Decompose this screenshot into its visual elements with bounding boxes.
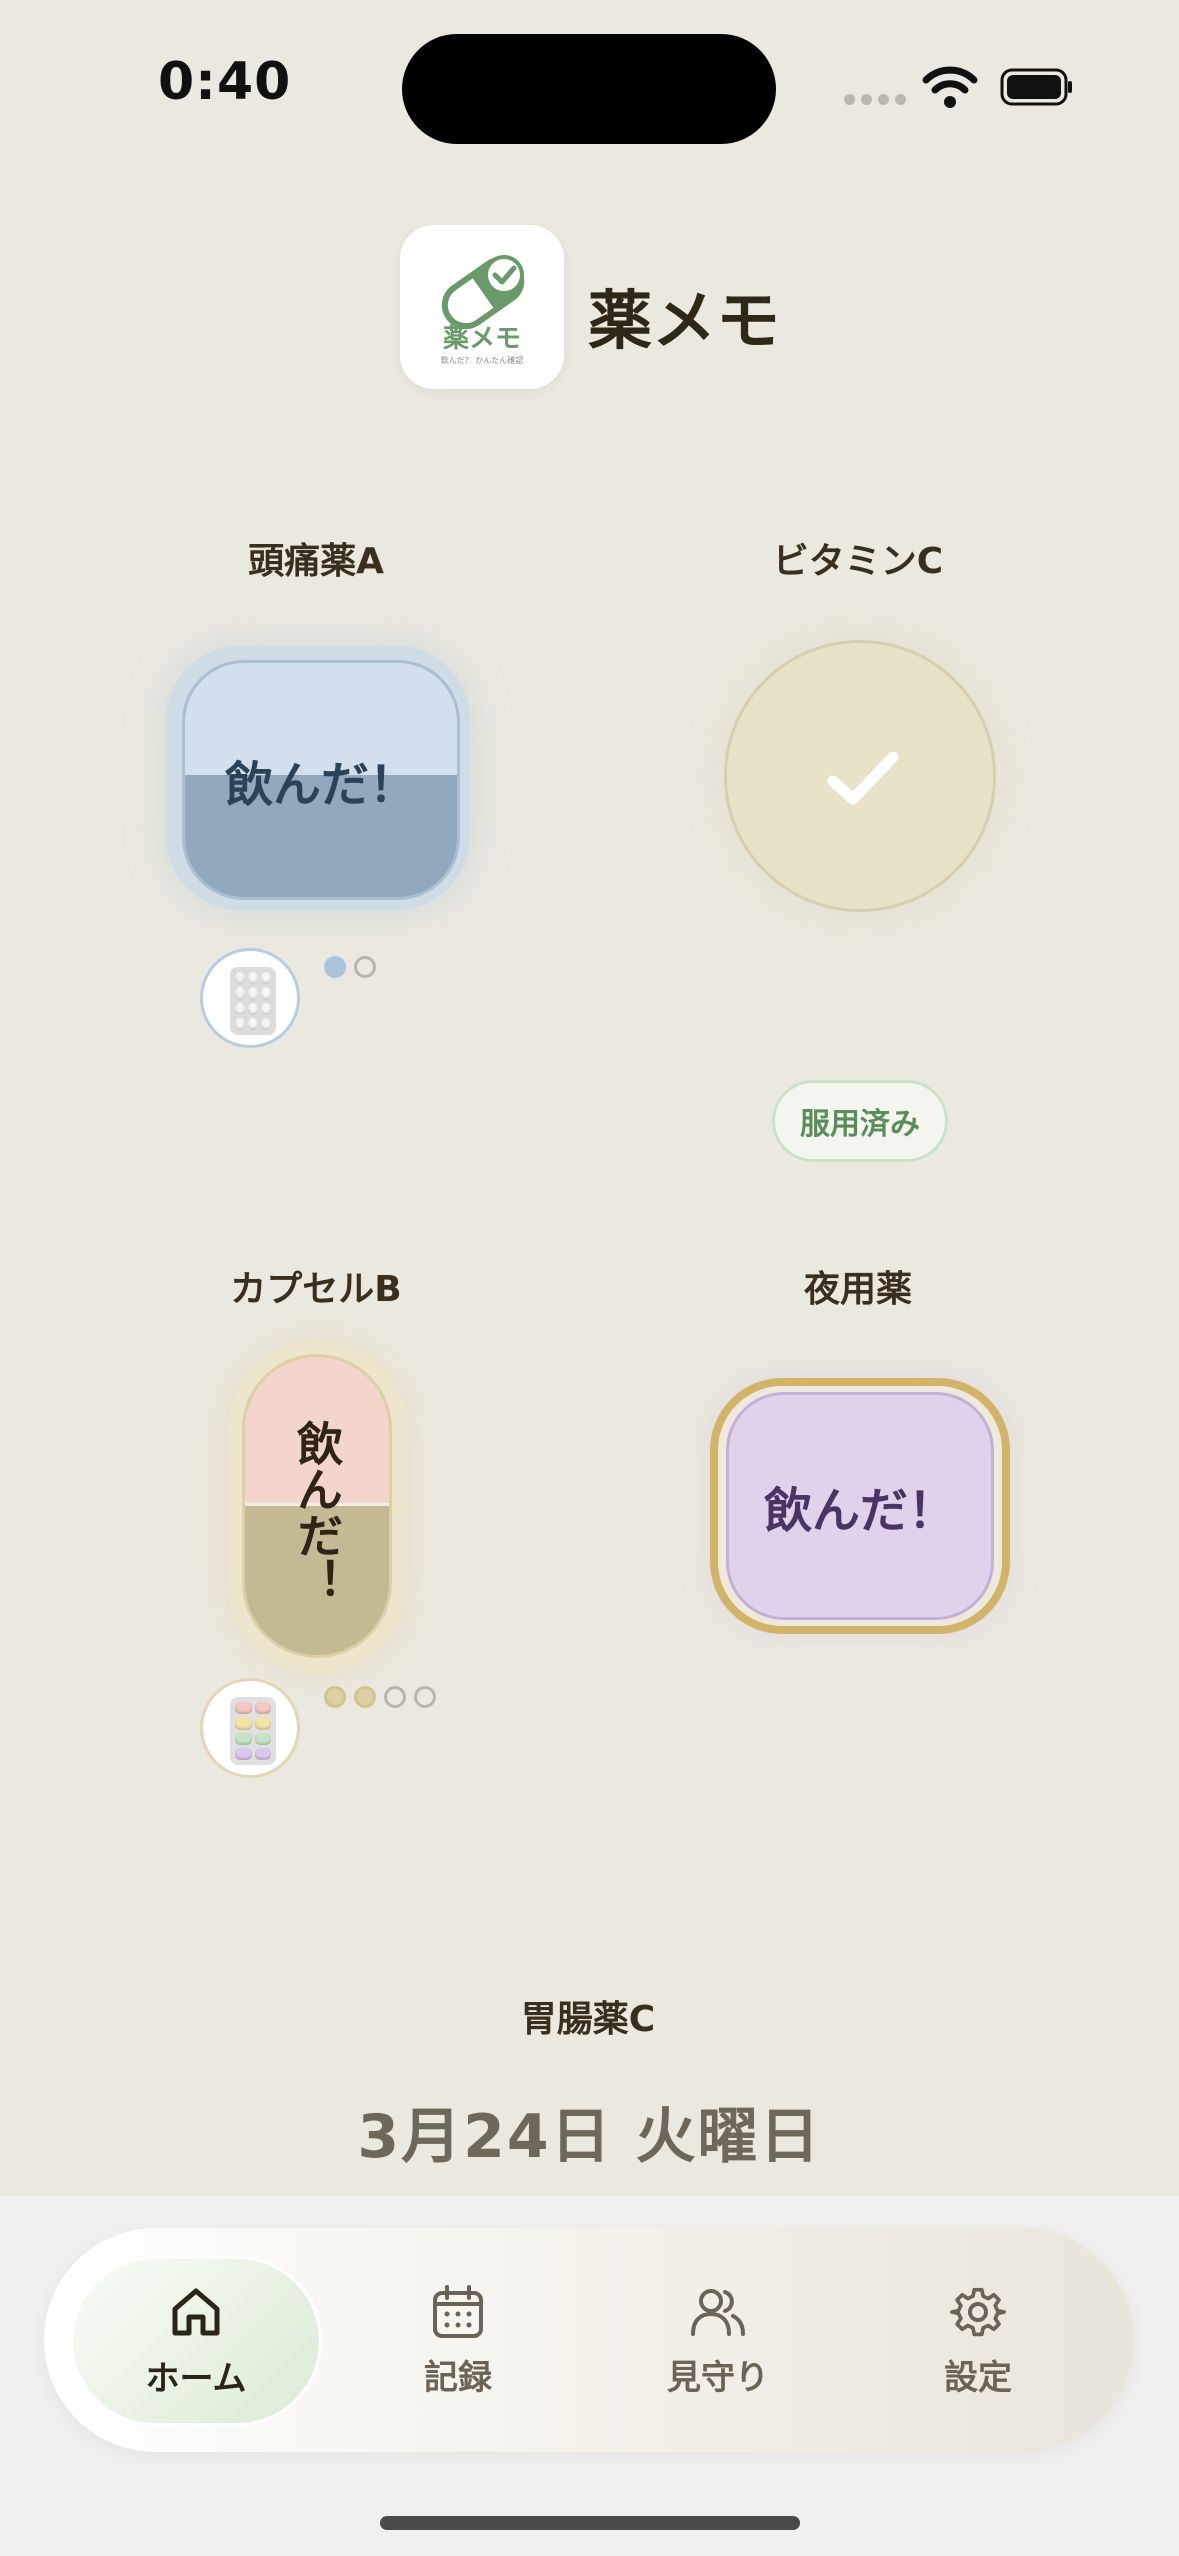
med-name: 夜用薬 [803,1269,912,1310]
tab-home[interactable]: ホーム [70,2256,322,2426]
dose-dot-empty [354,956,376,978]
take-button-label: 飲んだ！ [290,1420,344,1604]
tab-label: ホーム [145,2358,247,2399]
checkmark-icon [827,751,899,805]
dose-dot-taken [324,956,346,978]
med-name: 頭痛薬A [248,541,384,582]
med-name: ビタミンC [772,541,944,582]
take-medicine-button[interactable]: 飲んだ！ [182,660,460,900]
taken-medicine-button[interactable] [724,640,996,912]
home-icon [172,2288,220,2335]
app-logo: 薬メモ 飲んだ？ かんたん確認 [400,225,564,389]
dynamic-island [402,34,776,144]
blister-pack-icon [230,1697,276,1765]
med-name: カプセルB [230,1269,402,1310]
dose-dot-taken [324,1686,346,1708]
cellular-signal-icon [844,94,906,105]
wifi-icon [922,66,978,108]
tab-settings[interactable]: 設定 [852,2256,1104,2426]
take-button-label: 飲んだ！ [224,757,417,813]
medicine-photo-thumbnail[interactable] [200,948,300,1048]
dose-dot-empty [384,1686,406,1708]
blister-pack-icon [230,967,276,1035]
calendar-icon [433,2284,483,2338]
status-time: 0:40 [158,52,292,112]
gear-icon [950,2287,1006,2336]
app-title: 薬メモ [588,285,780,359]
take-medicine-button[interactable]: 飲んだ！ [242,1354,392,1658]
tab-label: 記録 [424,2357,492,2398]
tab-label: 見守り [667,2357,769,2398]
status-badge: 服用済み [772,1080,948,1162]
dose-dot-empty [414,1686,436,1708]
take-medicine-button[interactable]: 飲んだ！ [726,1392,994,1620]
dose-dot-taken [354,1686,376,1708]
tab-watch[interactable]: 見守り [592,2256,844,2426]
tab-records[interactable]: 記録 [332,2256,584,2426]
current-date: 3月24日 火曜日 [357,2102,822,2172]
people-icon [691,2288,745,2336]
logo-subtext: 飲んだ？ かんたん確認 [441,355,524,365]
dose-progress-dots [324,1686,436,1708]
dose-progress-dots [324,956,376,978]
medicine-photo-thumbnail[interactable] [200,1678,300,1778]
battery-icon [1000,68,1072,106]
logo-text: 薬メモ [443,324,521,354]
capsule-check-icon: 薬メモ 飲んだ？ かんたん確認 [441,255,525,365]
med-name: 胃腸薬C [520,1999,656,2040]
home-indicator[interactable] [380,2516,800,2530]
tab-label: 設定 [944,2357,1012,2398]
